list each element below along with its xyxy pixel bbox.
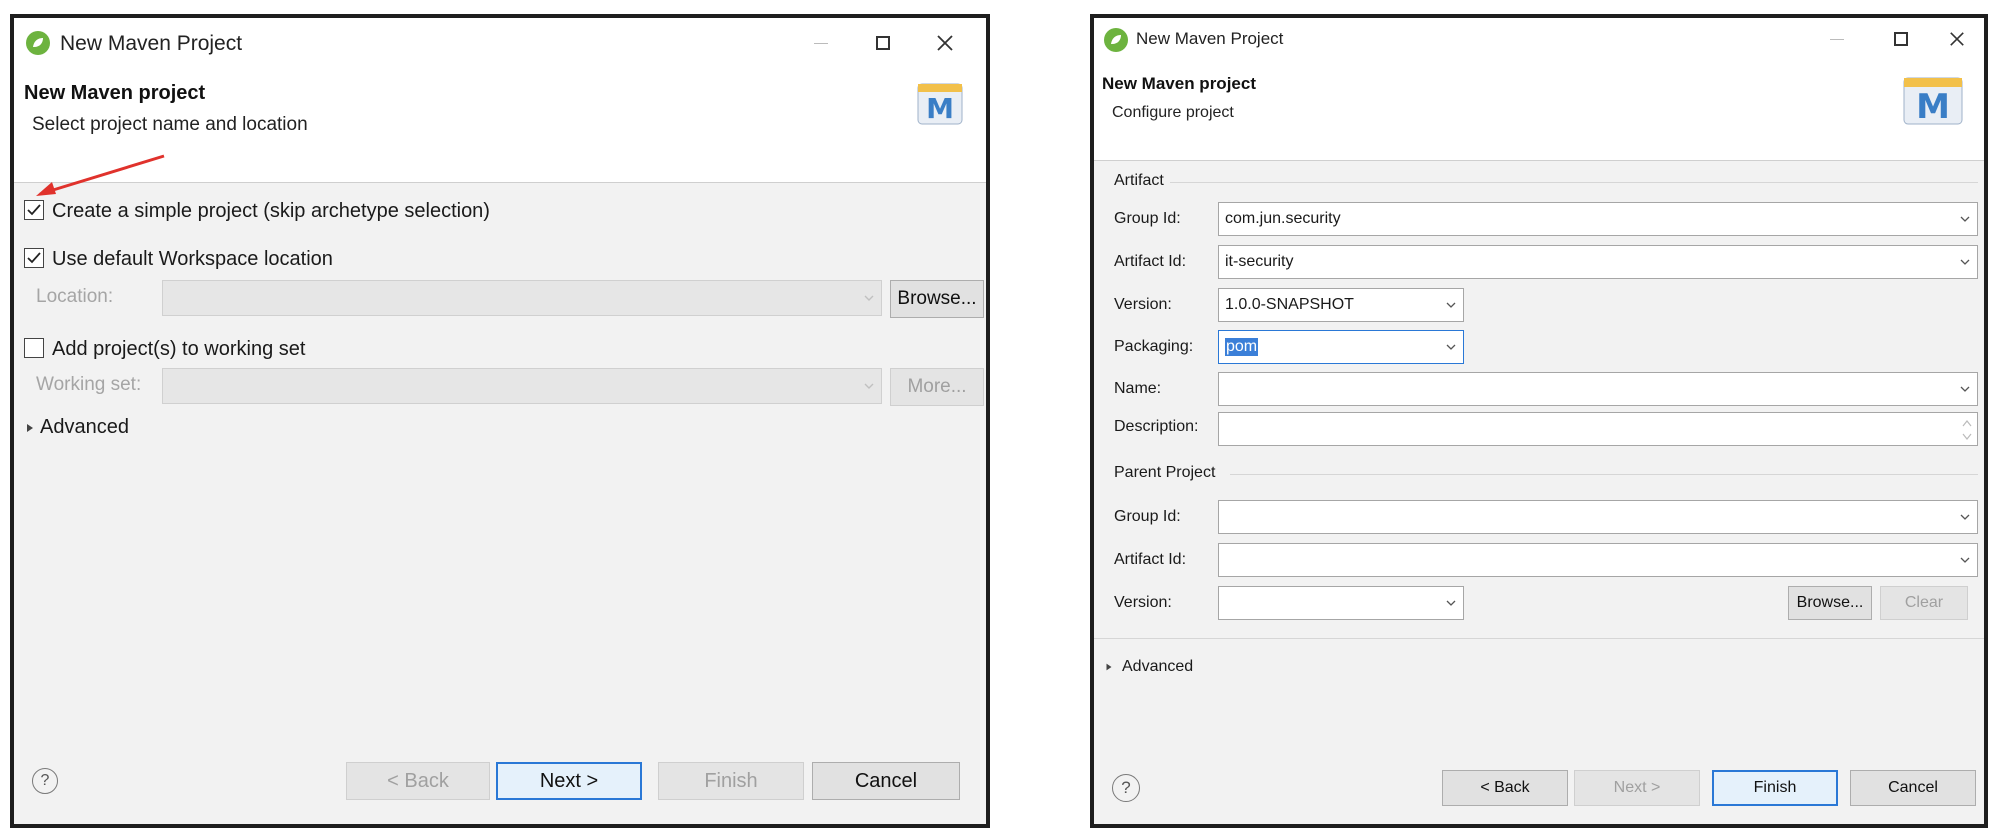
spring-leaf-icon (1104, 28, 1128, 52)
cancel-button[interactable]: Cancel (812, 762, 960, 800)
window-title: New Maven Project (60, 32, 243, 55)
chevron-down-icon (1960, 386, 1970, 392)
description-field[interactable] (1218, 412, 1978, 446)
artifact-id-value: it-security (1225, 253, 1294, 270)
group-id-combo[interactable]: com.jun.security (1218, 202, 1978, 236)
default-workspace-checkbox[interactable] (24, 248, 44, 268)
finish-button[interactable]: Finish (658, 762, 804, 800)
checkmark-icon (27, 252, 41, 264)
maven-m-icon: M (1898, 68, 1968, 128)
cancel-button[interactable]: Cancel (1850, 770, 1976, 806)
next-button[interactable]: Next > (1574, 770, 1700, 806)
help-icon[interactable]: ? (1112, 774, 1140, 802)
chevron-down-icon (1960, 259, 1970, 265)
location-combo[interactable] (162, 280, 882, 316)
simple-project-checkbox[interactable] (24, 200, 44, 220)
chevron-down-icon (1960, 216, 1970, 222)
back-button[interactable]: < Back (346, 762, 490, 800)
title-bar: New Maven Project (14, 18, 986, 68)
parent-group-id-label: Group Id: (1114, 508, 1181, 525)
name-label: Name: (1114, 380, 1162, 397)
header-subtitle: Select project name and location (32, 114, 308, 135)
parent-artifact-id-label: Artifact Id: (1114, 551, 1187, 568)
minimize-icon[interactable] (804, 28, 838, 58)
working-set-combo[interactable] (162, 368, 882, 404)
clear-button[interactable]: Clear (1880, 586, 1968, 620)
chevron-down-icon (1446, 600, 1456, 606)
browse-button[interactable]: Browse... (890, 280, 984, 318)
header-subtitle: Configure project (1112, 104, 1234, 121)
window-title: New Maven Project (1136, 29, 1284, 48)
chevron-down-icon (1960, 557, 1970, 563)
title-bar: New Maven Project (1094, 18, 1984, 62)
artifact-id-combo[interactable]: it-security (1218, 245, 1978, 279)
maven-badge-letter: M (1916, 87, 1950, 127)
chevron-down-icon (1446, 344, 1456, 350)
close-icon[interactable] (1940, 24, 1974, 54)
spring-leaf-icon (26, 31, 50, 55)
packaging-value: pom (1225, 338, 1259, 356)
header-title: New Maven project (1102, 74, 1256, 93)
minimize-icon[interactable] (1820, 24, 1854, 54)
parent-version-combo[interactable] (1218, 586, 1464, 620)
maven-m-icon: M (914, 76, 966, 128)
working-set-check-label: Add project(s) to working set (52, 338, 306, 360)
finish-button[interactable]: Finish (1712, 770, 1838, 806)
spinner-icon[interactable] (1961, 416, 1973, 444)
help-icon[interactable]: ? (32, 768, 58, 794)
working-set-checkbox[interactable] (24, 338, 44, 358)
new-maven-project-dialog-2: New Maven Project New Maven project Conf… (1090, 14, 1988, 828)
chevron-down-icon (1960, 514, 1970, 520)
back-button[interactable]: < Back (1442, 770, 1568, 806)
parent-artifact-id-combo[interactable] (1218, 543, 1978, 577)
simple-project-label: Create a simple project (skip archetype … (52, 200, 490, 222)
maximize-icon[interactable] (1884, 24, 1918, 54)
packaging-label: Packaging: (1114, 338, 1194, 355)
group-divider (1230, 474, 1978, 475)
packaging-combo[interactable]: pom (1218, 330, 1464, 364)
close-icon[interactable] (928, 28, 962, 58)
advanced-toggle[interactable]: Advanced (24, 416, 129, 439)
wizard-header: New Maven project Configure project M (1094, 62, 1984, 161)
expand-triangle-icon (27, 423, 33, 432)
chevron-down-icon (864, 383, 874, 389)
artifact-id-label: Artifact Id: (1114, 253, 1187, 270)
section-divider (1094, 638, 1984, 639)
advanced-label: Advanced (1122, 658, 1194, 675)
parent-version-label: Version: (1114, 594, 1172, 611)
chevron-down-icon (1446, 302, 1456, 308)
name-combo[interactable] (1218, 372, 1978, 406)
artifact-group-label: Artifact (1114, 172, 1164, 189)
default-workspace-label: Use default Workspace location (52, 248, 333, 270)
group-id-value: com.jun.security (1225, 210, 1341, 227)
version-label: Version: (1114, 296, 1172, 313)
maven-badge-letter: M (926, 92, 954, 125)
parent-group-label: Parent Project (1114, 464, 1216, 481)
group-divider (1170, 182, 1978, 183)
expand-triangle-icon (1106, 663, 1112, 671)
working-set-label: Working set: (36, 374, 142, 395)
next-button[interactable]: Next > (496, 762, 642, 800)
checkmark-icon (27, 204, 41, 216)
chevron-down-icon (864, 295, 874, 301)
version-value: 1.0.0-SNAPSHOT (1225, 296, 1354, 313)
description-label: Description: (1114, 418, 1199, 435)
advanced-label: Advanced (40, 416, 129, 438)
location-label: Location: (36, 286, 114, 307)
annotation-arrow-icon (36, 154, 165, 196)
parent-group-id-combo[interactable] (1218, 500, 1978, 534)
header-title: New Maven project (24, 82, 206, 104)
version-combo[interactable]: 1.0.0-SNAPSHOT (1218, 288, 1464, 322)
new-maven-project-dialog-1: New Maven Project New Maven project Sele… (10, 14, 990, 828)
group-id-label: Group Id: (1114, 210, 1181, 227)
maximize-icon[interactable] (866, 28, 900, 58)
advanced-toggle[interactable]: Advanced (1104, 658, 1193, 676)
more-button[interactable]: More... (890, 368, 984, 406)
browse-button[interactable]: Browse... (1788, 586, 1872, 620)
